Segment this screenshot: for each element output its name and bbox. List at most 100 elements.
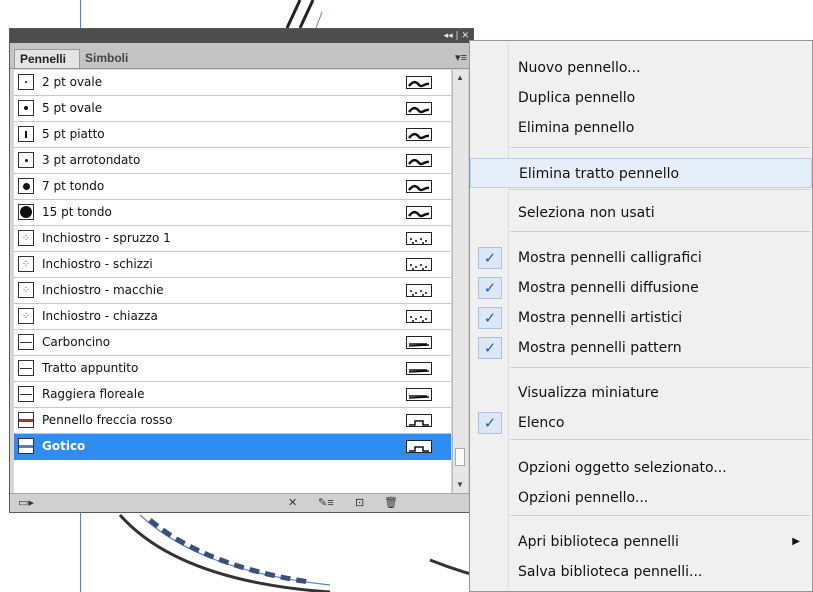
menu-item[interactable]: Seleziona non usati (470, 198, 812, 228)
brush-type-pattern-icon (406, 414, 432, 427)
brush-row[interactable]: Raggiera floreale (14, 382, 451, 408)
menu-separator (510, 147, 810, 148)
brush-row[interactable]: Gotico (14, 434, 451, 460)
scroll-up-arrow-icon[interactable]: ▲ (455, 73, 465, 83)
brush-type-scatter-icon (406, 258, 432, 271)
brush-row[interactable]: ⁘ Inchiostro - macchie (14, 278, 451, 304)
brush-row[interactable]: Pennello freccia rosso (14, 408, 451, 434)
panel-bottom-toolbar: ▭▸ ✕ ✎≡ ⊡ 🗑 (10, 493, 473, 512)
brush-name: 5 pt piatto (42, 127, 105, 141)
menu-item[interactable]: Duplica pennello (470, 83, 812, 113)
brush-name: 7 pt tondo (42, 179, 105, 193)
menu-item-label: Mostra pennelli artistici (518, 310, 683, 326)
menu-item[interactable]: Apri biblioteca pennelli ▶ (470, 527, 812, 557)
brush-type-calligraphic-icon (406, 180, 432, 193)
brush-type-pattern-icon (406, 440, 432, 453)
menu-item[interactable]: ✓ Elenco (470, 408, 812, 438)
tab-pennelli[interactable]: Pennelli (14, 49, 80, 68)
brush-type-scatter-icon (406, 232, 432, 245)
brush-row[interactable]: 15 pt tondo (14, 200, 451, 226)
menu-item[interactable]: Elimina pennello (470, 113, 812, 143)
brush-type-calligraphic-icon (406, 128, 432, 141)
menu-item[interactable]: Nuovo pennello... (470, 53, 812, 83)
menu-item-label: Seleziona non usati (518, 205, 655, 221)
menu-item-label: Elimina pennello (518, 120, 635, 136)
menu-item-label: Mostra pennelli calligrafici (518, 250, 702, 266)
brush-type-calligraphic-icon (406, 206, 432, 219)
brush-row[interactable]: 7 pt tondo (14, 174, 451, 200)
delete-brush-icon[interactable]: 🗑 (384, 497, 398, 509)
brush-name: 2 pt ovale (42, 75, 103, 89)
brush-thumbnail-icon (18, 100, 34, 116)
checkmark-icon: ✓ (478, 247, 502, 269)
panel-titlebar[interactable]: ◂◂ | ✕ (10, 29, 473, 43)
brush-row[interactable]: 5 pt ovale (14, 96, 451, 122)
artwork-path-top (315, 11, 323, 29)
brush-thumbnail-icon (18, 360, 34, 376)
brush-name: Inchiostro - chiazza (42, 309, 158, 323)
brush-row[interactable]: 5 pt piatto (14, 122, 451, 148)
checkmark-icon: ✓ (478, 277, 502, 299)
brush-row[interactable]: ⁘ Inchiostro - chiazza (14, 304, 451, 330)
brush-type-calligraphic-icon (406, 154, 432, 167)
brush-row[interactable]: 2 pt ovale (14, 70, 451, 96)
brush-type-calligraphic-icon (406, 102, 432, 115)
brush-thumbnail-icon (18, 126, 34, 142)
menu-item[interactable]: Opzioni oggetto selezionato... (470, 453, 812, 483)
brush-row[interactable]: ⁘ Inchiostro - schizzi (14, 252, 451, 278)
panel-flyout-menu: Nuovo pennello... Duplica pennello Elimina… (469, 40, 813, 592)
scroll-thumb[interactable] (455, 448, 465, 466)
brush-thumbnail-icon (18, 152, 34, 168)
menu-item[interactable]: ✓ Mostra pennelli pattern (470, 333, 812, 363)
brush-name: Inchiostro - schizzi (42, 257, 153, 271)
brush-row[interactable]: ⁘ Inchiostro - spruzzo 1 (14, 226, 451, 252)
brush-row[interactable]: 3 pt arrotondato (14, 148, 451, 174)
menu-item[interactable]: ✓ Mostra pennelli calligrafici (470, 243, 812, 273)
brush-type-scatter-icon (406, 284, 432, 297)
vertical-scrollbar[interactable]: ▲ ▼ (452, 70, 468, 494)
brush-thumbnail-icon (18, 386, 34, 402)
menu-item[interactable]: Salva biblioteca pennelli... (470, 557, 812, 587)
brush-name: Inchiostro - macchie (42, 283, 164, 297)
new-brush-icon[interactable]: ⊡ (355, 497, 364, 509)
artwork-gothic-stroke (148, 518, 311, 585)
panel-tabbar: Pennelli Simboli ▾≡ (10, 43, 473, 69)
menu-item-label: Opzioni pennello... (518, 490, 649, 506)
menu-item[interactable]: ✓ Mostra pennelli diffusione (470, 273, 812, 303)
brush-thumbnail-icon (18, 334, 34, 350)
menu-item-label: Opzioni oggetto selezionato... (518, 460, 727, 476)
brush-options-icon[interactable]: ✎≡ (318, 497, 334, 509)
brush-row[interactable]: Carboncino (14, 330, 451, 356)
menu-item[interactable]: Visualizza miniature (470, 378, 812, 408)
artwork-stroke-top-1 (285, 0, 302, 29)
menu-item-label: Apri biblioteca pennelli (518, 534, 679, 550)
menu-separator (510, 189, 810, 190)
tab-simboli[interactable]: Simboli (80, 49, 140, 68)
remove-brush-stroke-icon[interactable]: ✕ (288, 497, 297, 509)
brush-thumbnail-icon (18, 74, 34, 90)
menu-item[interactable]: Elimina tratto pennello (470, 158, 812, 188)
brush-thumbnail-icon (18, 204, 34, 220)
menu-separator (510, 515, 810, 516)
menu-item[interactable]: ✓ Mostra pennelli artistici (470, 303, 812, 333)
menu-item-label: Elimina tratto pennello (519, 166, 680, 182)
menu-item-label: Duplica pennello (518, 90, 636, 106)
brush-libraries-menu-icon[interactable]: ▭▸ (18, 497, 34, 509)
checkmark-icon: ✓ (478, 307, 502, 329)
brush-thumbnail-icon: ⁘ (18, 256, 34, 272)
panel-menu-icon[interactable]: ▾≡ (455, 52, 467, 64)
brush-name: Raggiera floreale (42, 387, 145, 401)
brush-type-art-icon (406, 336, 432, 349)
checkmark-icon: ✓ (478, 337, 502, 359)
scroll-down-arrow-icon[interactable]: ▼ (455, 480, 465, 490)
brush-type-art-icon (406, 388, 432, 401)
menu-item-label: Mostra pennelli pattern (518, 340, 682, 356)
menu-item[interactable]: Opzioni pennello... (470, 483, 812, 513)
brush-row[interactable]: Tratto appuntito (14, 356, 451, 382)
menu-separator (510, 439, 810, 440)
brush-name: Carboncino (42, 335, 111, 349)
brush-thumbnail-icon (18, 412, 34, 428)
brush-type-art-icon (406, 362, 432, 375)
panel-collapse-close-controls[interactable]: ◂◂ | ✕ (444, 29, 469, 43)
menu-item-label: Nuovo pennello... (518, 60, 641, 76)
